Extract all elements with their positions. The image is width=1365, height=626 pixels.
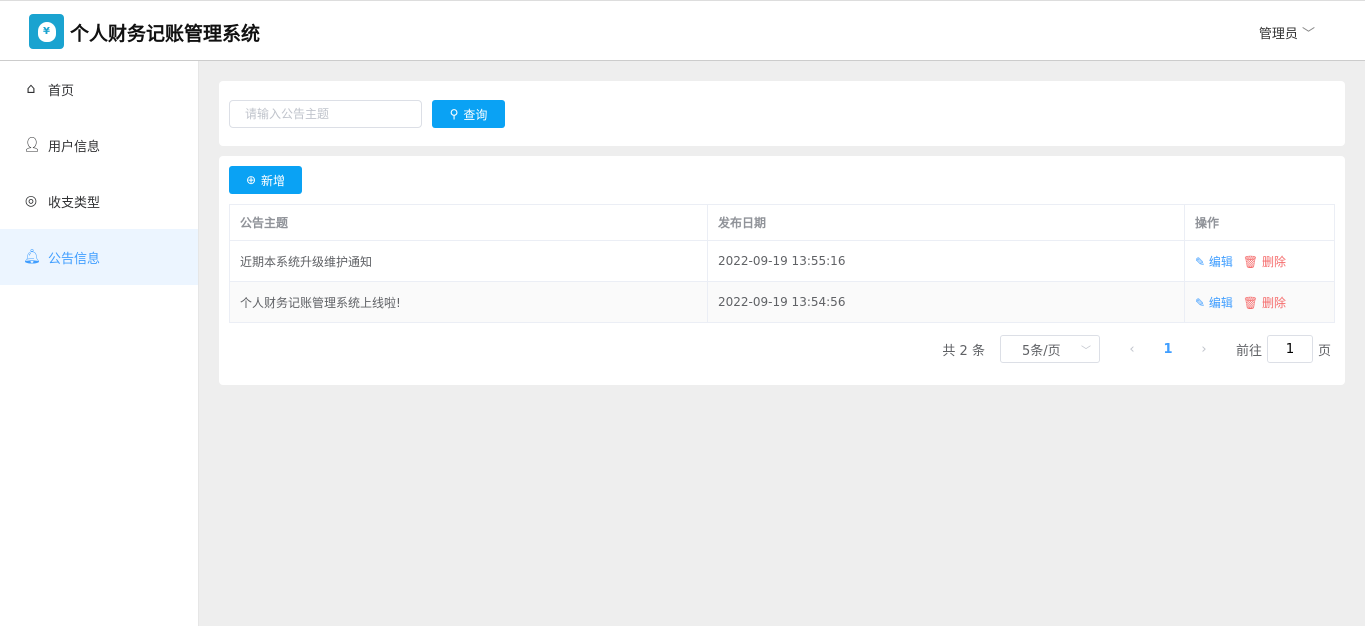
- sidebar-item-home[interactable]: ⌂ 首页: [0, 61, 198, 117]
- search-button[interactable]: ⚲ 查询: [432, 100, 505, 128]
- table-card: ⊕ 新增 公告主题 发布日期 操作 近期本系统升级维护通知 2022-09-19 13:…: [219, 156, 1345, 385]
- add-button-label: 新增: [261, 173, 286, 188]
- home-icon: ⌂: [26, 81, 36, 97]
- app-title: 个人财务记账管理系统: [70, 23, 261, 45]
- prev-page-button[interactable]: ‹: [1114, 342, 1150, 357]
- sidebar-item-notices[interactable]: 🔔︎ 公告信息: [0, 229, 198, 285]
- page-suffix: 页: [1317, 343, 1331, 359]
- chevron-down-icon: ﹀: [1301, 27, 1315, 42]
- delete-button[interactable]: 🗑︎ 删除: [1243, 296, 1286, 310]
- delete-label: 删除: [1261, 295, 1286, 310]
- header: ¥ 个人财务记账管理系统 管理员 ﹀: [0, 0, 1365, 61]
- sidebar-item-types[interactable]: ◎ 收支类型: [0, 173, 198, 229]
- search-icon: ⚲: [449, 107, 459, 121]
- sidebar-item-label: 收支类型: [48, 195, 101, 211]
- user-menu[interactable]: 管理员 ﹀: [1259, 23, 1315, 42]
- table-row: 近期本系统升级维护通知 2022-09-19 13:55:16 ✎ 编辑 🗑︎ 删除: [229, 240, 1335, 282]
- trash-icon: 🗑︎: [1242, 295, 1259, 310]
- sidebar-item-users[interactable]: 👤︎ 用户信息: [0, 117, 198, 173]
- user-icon: 👤︎: [23, 137, 41, 153]
- column-header: 公告主题: [229, 204, 708, 241]
- notice-title: 近期本系统升级维护通知: [229, 240, 708, 282]
- table-row: 个人财务记账管理系统上线啦! 2022-09-19 13:54:56 ✎ 编辑 🗑︎ …: [229, 281, 1335, 323]
- chevron-down-icon: ﹀: [1080, 345, 1091, 357]
- edit-button[interactable]: ✎ 编辑: [1195, 296, 1233, 310]
- notice-table: 公告主题 发布日期 操作 近期本系统升级维护通知 2022-09-19 13:55:1…: [229, 204, 1335, 323]
- goto-page-input[interactable]: [1266, 335, 1313, 363]
- logo: ¥: [29, 14, 64, 49]
- sidebar-item-label: 公告信息: [48, 251, 101, 267]
- search-button-label: 查询: [463, 107, 488, 122]
- notice-date: 2022-09-19 13:54:56: [707, 281, 1185, 323]
- page-size-select[interactable]: 5条/页 ﹀: [999, 335, 1100, 363]
- edit-button[interactable]: ✎ 编辑: [1195, 255, 1233, 269]
- sidebar: ⌂ 首页 👤︎ 用户信息 ◎ 收支类型 🔔︎ 公告信息: [0, 61, 199, 626]
- lifebuoy-icon: ◎: [24, 193, 38, 209]
- total-count: 共 2 条: [942, 343, 985, 359]
- bell-icon: 🔔︎: [23, 249, 41, 265]
- column-header: 操作: [1184, 204, 1335, 241]
- delete-label: 删除: [1261, 254, 1286, 269]
- edit-icon: ✎: [1195, 254, 1206, 269]
- next-page-button[interactable]: ›: [1186, 342, 1222, 357]
- notice-title: 个人财务记账管理系统上线啦!: [229, 281, 708, 323]
- trash-icon: 🗑︎: [1242, 254, 1259, 269]
- edit-label: 编辑: [1208, 295, 1233, 310]
- page-size-value: 5条/页: [1021, 343, 1061, 359]
- delete-button[interactable]: 🗑︎ 删除: [1243, 255, 1286, 269]
- edit-label: 编辑: [1208, 254, 1233, 269]
- add-button[interactable]: ⊕ 新增: [229, 166, 302, 194]
- user-name: 管理员: [1258, 27, 1298, 42]
- money-bag-icon: ¥: [37, 21, 56, 42]
- sidebar-item-label: 用户信息: [48, 139, 101, 155]
- plus-circle-icon: ⊕: [245, 173, 257, 187]
- column-header: 发布日期: [707, 204, 1185, 241]
- search-input[interactable]: [229, 100, 422, 128]
- pagination: 共 2 条 5条/页 ﹀ ‹ 1 › 前往 页: [942, 335, 1331, 363]
- sidebar-item-label: 首页: [48, 83, 75, 99]
- edit-icon: ✎: [1195, 295, 1206, 310]
- search-card: ⚲ 查询: [219, 81, 1345, 146]
- goto-label: 前往: [1235, 343, 1262, 359]
- page-number[interactable]: 1: [1150, 342, 1186, 357]
- notice-date: 2022-09-19 13:55:16: [707, 240, 1185, 282]
